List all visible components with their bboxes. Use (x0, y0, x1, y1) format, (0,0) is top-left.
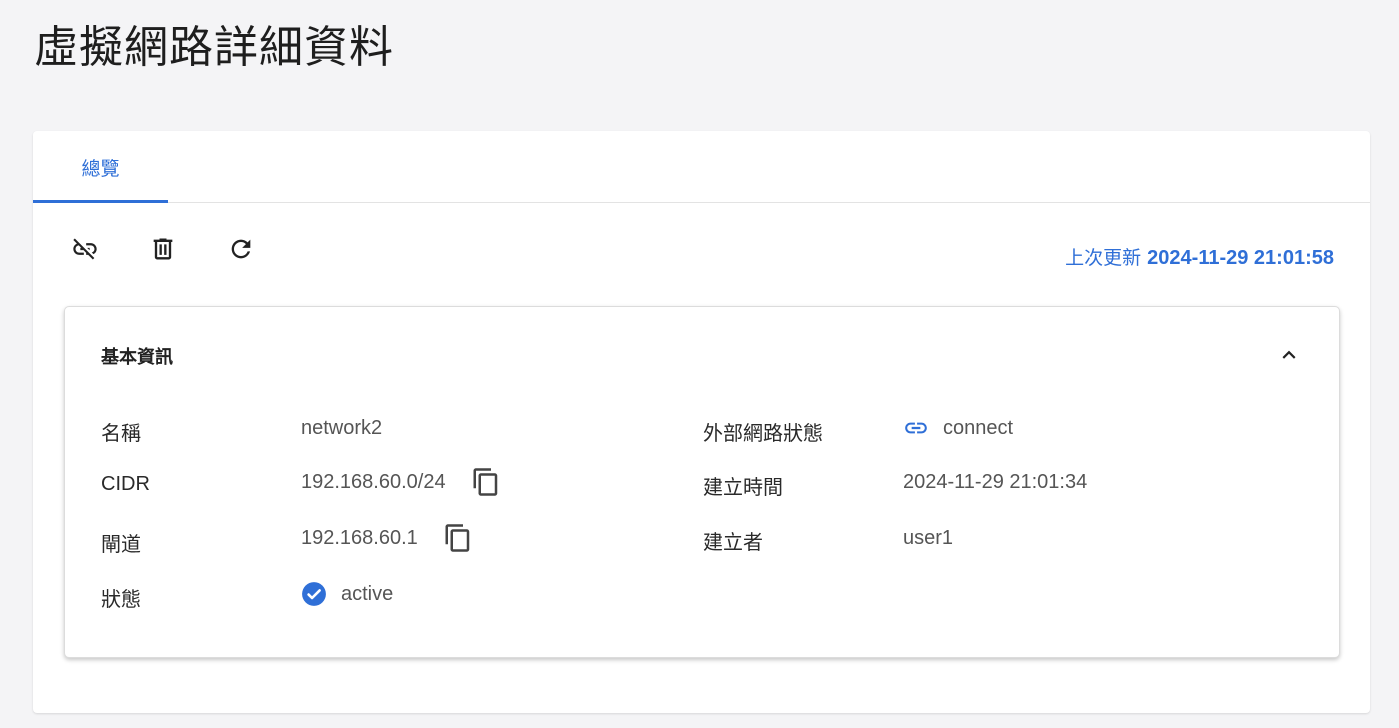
copy-icon (473, 468, 497, 496)
check-circle-icon (301, 581, 327, 607)
cidr-value: 192.168.60.0/24 (301, 466, 502, 498)
trash-icon (153, 238, 173, 260)
gateway-value: 192.168.60.1 (301, 522, 474, 554)
last-update-value: 2024-11-29 21:01:58 (1147, 247, 1334, 269)
tab-bar: 總覽 (33, 131, 1370, 203)
gateway-label: 閘道 (101, 534, 141, 556)
link-icon (903, 415, 929, 441)
cidr-label: CIDR (101, 473, 150, 495)
external-network-label: 外部網路狀態 (703, 423, 823, 445)
external-network-value: connect (903, 415, 1013, 441)
copy-icon (445, 524, 470, 552)
refresh-button[interactable] (223, 231, 259, 267)
tab-active-indicator (33, 200, 168, 203)
copy-cidr-button[interactable] (470, 466, 502, 498)
gateway-text: 192.168.60.1 (301, 526, 418, 549)
creator-text: user1 (903, 527, 954, 549)
collapse-button[interactable] (1275, 341, 1303, 369)
delete-button[interactable] (145, 231, 181, 267)
creator-label: 建立者 (703, 532, 763, 554)
page-title: 虛擬網路詳細資料 (34, 22, 394, 73)
external-network-text: connect (943, 416, 1014, 439)
created-time-text: 2024-11-29 21:01:34 (903, 471, 1088, 493)
detail-card: 總覽 上次更新 2024-11-29 21:01:58 基本資訊 名稱 netw… (33, 131, 1370, 713)
creator-value: user1 (903, 527, 953, 550)
cidr-text: 192.168.60.0/24 (301, 470, 446, 493)
last-update-label: 上次更新 (1065, 247, 1142, 269)
created-time-label: 建立時間 (703, 477, 783, 499)
panel-title: 基本資訊 (101, 347, 173, 368)
name-label: 名稱 (101, 423, 141, 445)
basic-info-panel: 基本資訊 名稱 network2 CIDR 192.168.60.0/24 閘道… (64, 306, 1340, 658)
link-off-icon (73, 238, 97, 260)
chevron-up-icon (1282, 350, 1296, 359)
created-time-value: 2024-11-29 21:01:34 (903, 471, 1087, 494)
status-label: 狀態 (101, 589, 141, 611)
status-value: active (301, 581, 393, 607)
name-text: network2 (301, 417, 383, 439)
status-text: active (341, 582, 394, 605)
refresh-icon (231, 239, 251, 259)
tab-overview[interactable]: 總覽 (33, 131, 168, 203)
name-value: network2 (301, 417, 382, 440)
last-update: 上次更新 2024-11-29 21:01:58 (1065, 243, 1334, 270)
copy-gateway-button[interactable] (442, 522, 474, 554)
disconnect-button[interactable] (67, 231, 103, 267)
